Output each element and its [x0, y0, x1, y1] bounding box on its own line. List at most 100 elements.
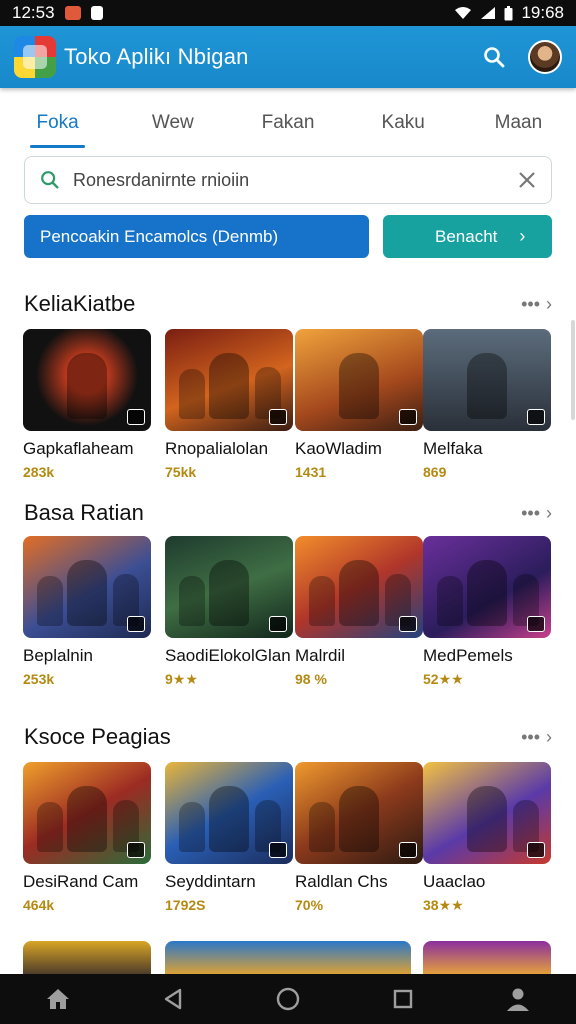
app-name: Raldlan Chs — [295, 872, 388, 891]
app-thumbnail — [295, 329, 423, 431]
secondary-action-button[interactable]: Benacht › — [383, 215, 552, 258]
tab-maan[interactable]: Maan — [461, 96, 576, 148]
scrollbar[interactable] — [571, 320, 575, 420]
section-title: Ksoce Peagias — [24, 724, 171, 749]
more-dots-icon: ••• — [521, 726, 540, 747]
user-avatar[interactable] — [528, 40, 562, 74]
search-icon — [41, 171, 59, 189]
app-thumbnail[interactable] — [165, 941, 411, 975]
profile-icon[interactable] — [505, 986, 531, 1012]
app-thumbnail — [23, 536, 151, 638]
signal-icon — [481, 7, 496, 19]
section-more-button[interactable]: ••• › — [521, 503, 552, 524]
tab-fakan[interactable]: Fakan — [230, 96, 345, 148]
app-name: KaoWladim — [295, 439, 382, 458]
app-rating: 38★★ — [423, 897, 464, 913]
status-time: 12:53 — [12, 3, 55, 22]
section-2: Basa Ratian ••• › Beplalnin 253k SaodiEl… — [0, 498, 576, 687]
app-name: Malrdil — [295, 646, 346, 665]
section-1: KeliaKiatbe ••• › Gapkaflaheam 283k Rnop… — [0, 289, 576, 480]
app-rating: 283k — [23, 464, 55, 480]
category-tabs: Foka Wew Fakan Kaku Maan — [0, 96, 576, 148]
app-rating: 98 % — [295, 671, 327, 687]
section-more-button[interactable]: ••• › — [521, 294, 552, 315]
app-thumbnail — [165, 536, 293, 638]
search-placeholder: Ronesrdanirnte rnioiin — [73, 169, 250, 190]
app-rating: 1431 — [295, 464, 327, 480]
tab-foka[interactable]: Foka — [0, 96, 115, 148]
section-3: Ksoce Peagias ••• › DesiRand Cam 464k Se… — [0, 722, 576, 913]
app-card[interactable]: KaoWladim 1431 — [295, 329, 423, 480]
app-card[interactable]: Malrdil 98 % — [295, 536, 423, 687]
app-name: Gapkaflaheam — [23, 439, 134, 458]
app-card[interactable]: SaodiElokolGlan 9★★ — [165, 536, 293, 688]
chevron-right-icon: › — [546, 726, 552, 747]
battery-icon — [504, 5, 513, 20]
app-card[interactable]: DesiRand Cam 464k — [23, 762, 151, 913]
app-name: Uaaclao — [423, 872, 486, 891]
app-rating: 464k — [23, 897, 55, 913]
app-thumbnail — [23, 329, 151, 431]
chevron-right-icon: › — [546, 502, 552, 523]
app-thumbnail — [423, 536, 551, 638]
wifi-icon — [455, 7, 472, 19]
chevron-right-icon: › — [546, 293, 552, 314]
home-circle-icon[interactable] — [275, 986, 301, 1012]
app-thumbnail — [423, 762, 551, 864]
app-rating: 1792S — [165, 897, 206, 913]
home-icon[interactable] — [45, 987, 71, 1011]
app-name: Rnopalialolan — [165, 439, 269, 458]
chevron-right-icon: › — [519, 226, 526, 246]
app-rating: 75kk — [165, 464, 197, 480]
section-title: Basa Ratian — [24, 500, 144, 525]
app-rating: 253k — [23, 671, 55, 687]
app-rating: 869 — [423, 464, 447, 480]
app-name: SaodiElokolGlan — [165, 646, 291, 665]
search-input[interactable]: Ronesrdanirnte rnioiin — [24, 156, 552, 204]
app-thumbnail — [165, 762, 293, 864]
app-card[interactable]: Uaaclao 38★★ — [423, 762, 551, 914]
more-dots-icon: ••• — [521, 293, 540, 314]
app-card[interactable]: MedPemels 52★★ — [423, 536, 551, 688]
app-name: Beplalnin — [23, 646, 93, 665]
app-thumbnail[interactable] — [423, 941, 551, 975]
primary-action-label: Pencoakin Encamolcs (Denmb) — [40, 226, 279, 246]
close-icon[interactable] — [517, 170, 537, 190]
section-title: KeliaKiatbe — [24, 291, 136, 316]
app-title: Toko Aplikı Nbigan — [64, 44, 249, 69]
app-thumbnail — [165, 329, 293, 431]
app-card[interactable]: Seyddintarn 1792S — [165, 762, 293, 913]
app-thumbnail[interactable] — [23, 941, 151, 975]
app-card[interactable]: Rnopalialolan 75kk — [165, 329, 293, 480]
search-icon[interactable] — [482, 45, 506, 69]
app-name: Seyddintarn — [165, 872, 256, 891]
app-card[interactable]: Raldlan Chs 70% — [295, 762, 423, 913]
app-thumbnail — [295, 762, 423, 864]
app-rating: 70% — [295, 897, 324, 913]
section-more-button[interactable]: ••• › — [521, 727, 552, 748]
notification-icon — [64, 6, 81, 20]
recent-apps-icon[interactable] — [392, 988, 414, 1010]
app-name: DesiRand Cam — [23, 872, 139, 891]
app-rating: 9★★ — [165, 671, 198, 687]
app-card[interactable]: Melfaka 869 — [423, 329, 551, 480]
shopping-bag-icon — [90, 6, 103, 20]
status-clock: 19:68 — [521, 3, 564, 22]
more-dots-icon: ••• — [521, 502, 540, 523]
app-bar: Toko Aplikı Nbigan — [0, 26, 576, 88]
primary-action-button[interactable]: Pencoakin Encamolcs (Denmb) — [24, 215, 369, 258]
system-navigation-bar — [0, 974, 576, 1024]
secondary-action-label: Benacht — [435, 226, 498, 246]
app-thumbnail — [423, 329, 551, 431]
tab-wew[interactable]: Wew — [115, 96, 230, 148]
app-thumbnail — [23, 762, 151, 864]
app-name: MedPemels — [423, 646, 513, 665]
app-card[interactable]: Gapkaflaheam 283k — [23, 329, 151, 480]
app-name: Melfaka — [423, 439, 483, 458]
back-icon[interactable] — [162, 987, 184, 1011]
tab-kaku[interactable]: Kaku — [346, 96, 461, 148]
partial-app-row — [23, 941, 576, 975]
app-card[interactable]: Beplalnin 253k — [23, 536, 151, 687]
app-rating: 52★★ — [423, 671, 464, 687]
app-thumbnail — [295, 536, 423, 638]
